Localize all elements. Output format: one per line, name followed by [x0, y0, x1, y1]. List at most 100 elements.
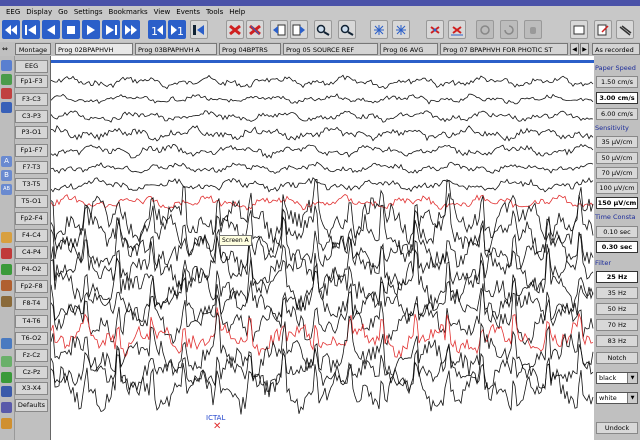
channel-f7-t3[interactable]: F7-T3 [15, 161, 48, 174]
channel-f8-t4[interactable]: F8-T4 [15, 297, 48, 310]
print-icon[interactable] [616, 20, 634, 39]
info-icon[interactable] [1, 418, 12, 429]
channel-fp2-f8[interactable]: Fp2-F8 [15, 280, 48, 293]
grid-icon[interactable] [1, 264, 12, 275]
window-icon[interactable] [570, 20, 588, 39]
filter-icon[interactable] [1, 232, 12, 243]
channel-x3-x4[interactable]: X3-X4 [15, 382, 48, 395]
background-color-select[interactable]: white ▼ [596, 392, 638, 404]
notch-button[interactable]: Notch [596, 352, 638, 364]
tab-next-icon[interactable]: ▶ [580, 43, 589, 55]
spike-detect-next-icon[interactable] [392, 20, 410, 39]
tab-prev-icon[interactable]: ◀ [570, 43, 579, 55]
tab-scroll-icon[interactable]: ⇔ [2, 45, 12, 53]
filter-option-4[interactable]: 70 Hz [596, 319, 638, 331]
filter-option-1[interactable]: 25 Hz [596, 271, 638, 283]
menu-bookmarks[interactable]: Bookmarks [109, 8, 148, 16]
alarm-icon[interactable] [1, 248, 12, 259]
ictal-marker-icon[interactable]: ✕ [213, 422, 221, 432]
menu-display[interactable]: Display [26, 8, 52, 16]
delete-all-markers-icon[interactable] [246, 20, 264, 39]
channel-t6-o2[interactable]: T6-O2 [15, 332, 48, 345]
b-label-icon[interactable]: B [1, 170, 12, 181]
channel-t5-o1[interactable]: T5-O1 [15, 195, 48, 208]
rewind-fast-icon[interactable] [2, 20, 20, 39]
channel-f3-c3[interactable]: F3-C3 [15, 93, 48, 106]
channel-fz-cz[interactable]: Fz-Cz [15, 349, 48, 362]
channel-eeg[interactable]: EEG [15, 60, 48, 73]
speed-option-3[interactable]: 6.00 cm/s [596, 108, 638, 120]
tc-option-2[interactable]: 0.30 sec [596, 241, 638, 253]
channel-p3-o1[interactable]: P3-O1 [15, 126, 48, 139]
montage-icon[interactable] [1, 102, 12, 113]
menu-settings[interactable]: Settings [74, 8, 103, 16]
screen-label[interactable]: Screen A [219, 235, 252, 246]
database-icon[interactable] [1, 386, 12, 397]
menu-eeg[interactable]: EEG [6, 8, 20, 16]
video-icon[interactable] [1, 60, 12, 71]
filter-option-2[interactable]: 35 Hz [596, 287, 638, 299]
tab-prog-05[interactable]: Prog 05 SOURCE REF [283, 43, 378, 55]
menu-view[interactable]: View [154, 8, 171, 16]
tab-prog-03[interactable]: Prog 03BPAPHVH A [135, 43, 217, 55]
delete-marker-icon[interactable] [226, 20, 244, 39]
channel-t3-t5[interactable]: T3-T5 [15, 178, 48, 191]
a-label-icon[interactable]: A [1, 156, 12, 167]
tab-prog-07[interactable]: Prog 07 BPAPHVH FOR PHOTIC ST [440, 43, 568, 55]
menu-go[interactable]: Go [58, 8, 68, 16]
refresh-icon[interactable] [500, 20, 518, 39]
tab-prog-06[interactable]: Prog 06 AVG [380, 43, 438, 55]
tc-option-1[interactable]: 0.10 sec [596, 226, 638, 238]
remove-all-spikes-icon[interactable] [448, 20, 466, 39]
menu-help[interactable]: Help [229, 8, 245, 16]
remove-spike-icon[interactable] [426, 20, 444, 39]
channel-p4-o2[interactable]: P4-O2 [15, 263, 48, 276]
step-forward-page-icon[interactable] [102, 20, 120, 39]
tab-prog-02[interactable]: Prog 02BPAPHVH [55, 43, 133, 55]
channel-fp1-f7[interactable]: Fp1-F7 [15, 144, 48, 157]
previous-marker-icon[interactable] [270, 20, 288, 39]
pages-icon[interactable] [1, 372, 12, 383]
zoom-icon[interactable] [1, 338, 12, 349]
play-icon[interactable] [82, 20, 100, 39]
tab-as-recorded[interactable]: As recorded [592, 43, 640, 55]
spike-detect-icon[interactable] [370, 20, 388, 39]
sens-option-5[interactable]: 150 µV/cm [596, 197, 638, 209]
channel-t4-t6[interactable]: T4-T6 [15, 315, 48, 328]
tab-prog-04[interactable]: Prog 04BPTRS [219, 43, 281, 55]
search-forward-icon[interactable] [338, 20, 356, 39]
channel-c4-p4[interactable]: C4-P4 [15, 246, 48, 259]
notes-icon[interactable] [1, 296, 12, 307]
sens-option-1[interactable]: 35 µV/cm [596, 136, 638, 148]
next-marker-icon[interactable] [290, 20, 308, 39]
search-back-icon[interactable] [314, 20, 332, 39]
chart-icon[interactable] [1, 356, 12, 367]
sens-option-2[interactable]: 50 µV/cm [596, 152, 638, 164]
step-back-one-icon[interactable]: 1 [148, 20, 166, 39]
step-forward-one-icon[interactable]: 1 [168, 20, 186, 39]
page-settings-icon[interactable] [594, 20, 612, 39]
ab-label-icon[interactable]: AB [1, 184, 12, 195]
camera-icon[interactable] [1, 74, 12, 85]
channel-cz-pz[interactable]: Cz-Pz [15, 366, 48, 379]
channel-fp1-f3[interactable]: Fp1-F3 [15, 75, 48, 88]
menu-events[interactable]: Events [176, 8, 200, 16]
channel-f4-c4[interactable]: F4-C4 [15, 229, 48, 242]
first-page-icon[interactable] [190, 20, 208, 39]
eeg-waveform-area[interactable]: Screen A ICTAL ✕ [50, 56, 594, 440]
trace-color-select[interactable]: black ▼ [596, 372, 638, 384]
filter-option-3[interactable]: 50 Hz [596, 303, 638, 315]
channel-c3-p3[interactable]: C3-P3 [15, 110, 48, 123]
filter-option-5[interactable]: 83 Hz [596, 335, 638, 347]
sync-icon[interactable] [476, 20, 494, 39]
sens-option-4[interactable]: 100 µV/cm [596, 182, 638, 194]
speed-option-1[interactable]: 1.50 cm/s [596, 76, 638, 88]
settings-icon[interactable] [1, 402, 12, 413]
hand-icon[interactable] [524, 20, 542, 39]
step-back-page-icon[interactable] [22, 20, 40, 39]
sens-option-3[interactable]: 70 µV/cm [596, 167, 638, 179]
speed-option-2[interactable]: 3.00 cm/s [596, 92, 638, 104]
channel-fp2-f4[interactable]: Fp2-F4 [15, 212, 48, 225]
defaults-button[interactable]: Defaults [15, 399, 48, 412]
marker-icon[interactable] [1, 280, 12, 291]
